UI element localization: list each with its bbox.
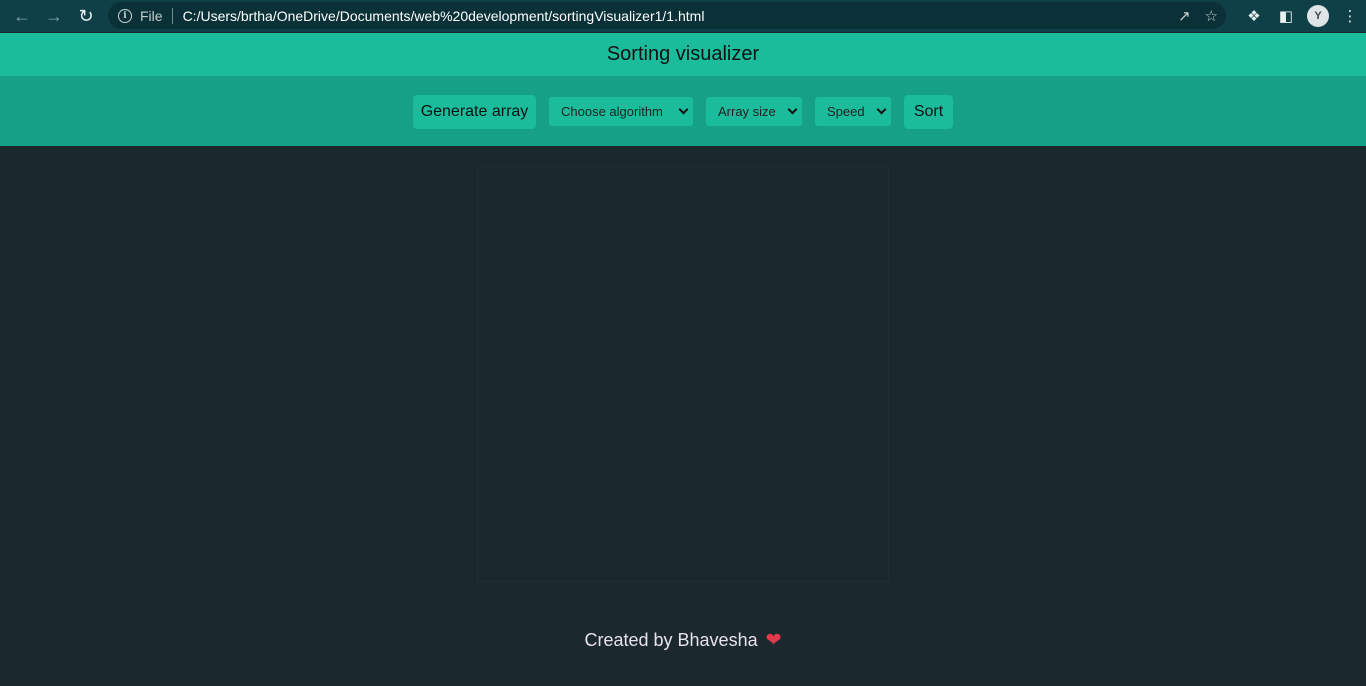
speed-select-label: Speed <box>827 104 865 119</box>
profile-button[interactable]: Y <box>1302 0 1334 32</box>
array-size-select[interactable]: Array size <box>706 97 802 126</box>
sort-button[interactable]: Sort <box>904 95 953 129</box>
browser-actions: ❖ ◧ Y ⋮ <box>1238 0 1366 32</box>
algorithm-select-label: Choose algorithm <box>561 104 663 119</box>
controls-bar: Generate array Choose algorithm Array si… <box>0 76 1366 146</box>
array-size-select-label: Array size <box>718 104 776 119</box>
avatar: Y <box>1307 5 1329 27</box>
forward-arrow-icon[interactable]: → <box>38 0 70 32</box>
address-bar-actions: ↗ ☆ <box>1178 2 1218 29</box>
browser-toolbar: ← → ↻ i File C:/Users/brtha/OneDrive/Doc… <box>0 0 1366 32</box>
star-icon[interactable]: ☆ <box>1205 7 1218 25</box>
side-panel-icon[interactable]: ◧ <box>1270 0 1302 32</box>
chevron-down-icon <box>876 104 887 115</box>
info-icon[interactable]: i <box>118 8 132 23</box>
footer: Created by Bhavesha ❤ <box>0 628 1366 652</box>
chevron-down-icon <box>787 104 798 115</box>
reload-icon[interactable]: ↻ <box>70 0 102 32</box>
scheme-label: File <box>140 7 163 24</box>
share-icon[interactable]: ↗ <box>1178 7 1191 25</box>
chevron-down-icon <box>678 104 689 115</box>
extensions-icon[interactable]: ❖ <box>1238 0 1270 32</box>
page-title: Sorting visualizer <box>606 43 760 65</box>
generate-array-button[interactable]: Generate array <box>413 95 536 129</box>
algorithm-select[interactable]: Choose algorithm <box>549 97 693 126</box>
divider <box>171 7 173 24</box>
speed-select[interactable]: Speed <box>815 97 891 126</box>
footer-credit: Created by Bhavesha <box>584 629 758 650</box>
address-bar[interactable]: i File C:/Users/brtha/OneDrive/Documents… <box>108 2 1226 29</box>
heart-icon: ❤ <box>765 629 782 651</box>
menu-icon[interactable]: ⋮ <box>1334 0 1366 32</box>
page-header: Sorting visualizer <box>0 33 1366 76</box>
url-text[interactable]: C:/Users/brtha/OneDrive/Documents/web%20… <box>183 8 705 24</box>
back-arrow-icon[interactable]: ← <box>6 0 38 32</box>
array-bars-container <box>477 166 889 582</box>
